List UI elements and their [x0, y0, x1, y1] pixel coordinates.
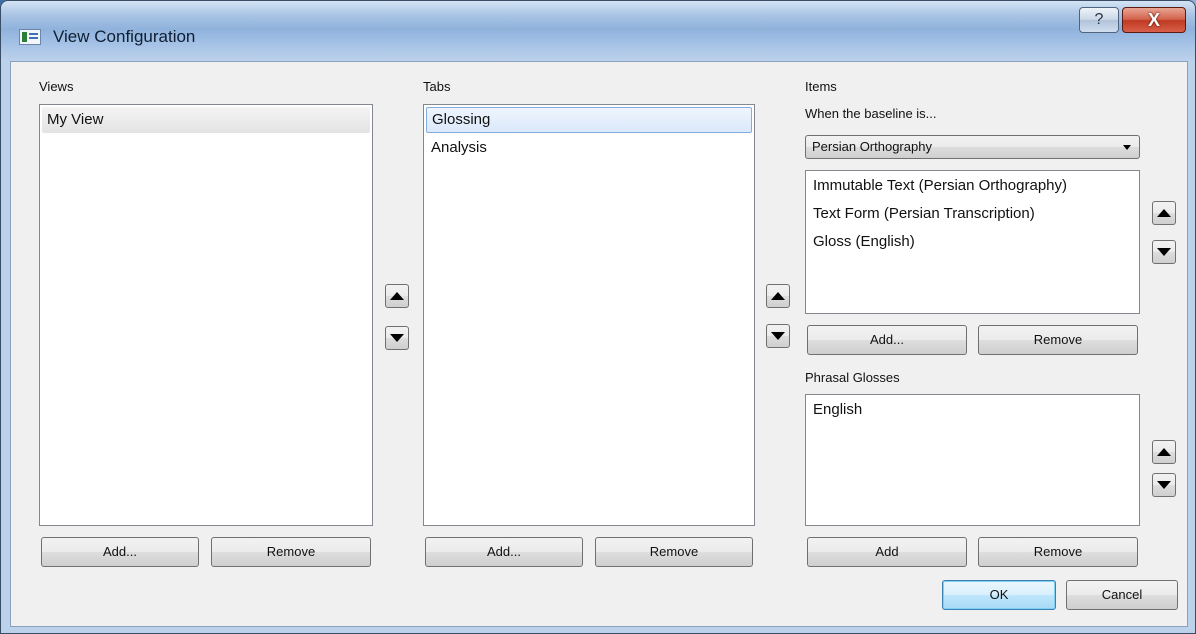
items-move-up-button[interactable] — [1152, 201, 1176, 225]
chevron-down-icon — [1123, 145, 1131, 150]
phrasal-remove-button[interactable]: Remove — [978, 537, 1138, 567]
list-item[interactable]: Glossing — [426, 107, 752, 133]
window-title: View Configuration — [53, 27, 196, 46]
view-configuration-dialog: View Configuration ? X Views My View Add… — [0, 0, 1196, 634]
list-item[interactable]: Analysis — [426, 135, 752, 161]
baseline-select[interactable]: Persian Orthography — [805, 135, 1140, 159]
items-label: Items — [805, 79, 837, 94]
views-list[interactable]: My View — [39, 104, 373, 526]
triangle-up-icon — [390, 292, 404, 300]
views-move-down-button[interactable] — [385, 326, 409, 350]
items-remove-button[interactable]: Remove — [978, 325, 1138, 355]
phrasal-glosses-label: Phrasal Glosses — [805, 370, 900, 385]
triangle-up-icon — [1157, 448, 1171, 456]
help-button[interactable]: ? — [1079, 7, 1119, 33]
triangle-up-icon — [771, 292, 785, 300]
views-label: Views — [39, 79, 74, 94]
views-add-button[interactable]: Add... — [41, 537, 199, 567]
items-move-down-button[interactable] — [1152, 240, 1176, 264]
views-remove-button[interactable]: Remove — [211, 537, 371, 567]
items-add-button[interactable]: Add... — [807, 325, 967, 355]
baseline-label: When the baseline is... — [805, 106, 937, 121]
list-item[interactable]: Text Form (Persian Transcription) — [808, 201, 1137, 227]
tabs-remove-button[interactable]: Remove — [595, 537, 753, 567]
tabs-move-up-button[interactable] — [766, 284, 790, 308]
cancel-button[interactable]: Cancel — [1066, 580, 1178, 610]
window-app-icon — [19, 29, 41, 45]
phrasal-move-down-button[interactable] — [1152, 473, 1176, 497]
list-item[interactable]: My View — [42, 107, 370, 133]
ok-button[interactable]: OK — [942, 580, 1056, 610]
triangle-down-icon — [771, 332, 785, 340]
tabs-add-button[interactable]: Add... — [425, 537, 583, 567]
views-move-up-button[interactable] — [385, 284, 409, 308]
items-list[interactable]: Immutable Text (Persian Orthography) Tex… — [805, 170, 1140, 314]
list-item[interactable]: Gloss (English) — [808, 229, 1137, 255]
tabs-list[interactable]: Glossing Analysis — [423, 104, 755, 526]
dialog-client-area: Views My View Add... Remove Tabs Glossin… — [10, 61, 1188, 627]
triangle-down-icon — [390, 334, 404, 342]
phrasal-glosses-list[interactable]: English — [805, 394, 1140, 526]
phrasal-move-up-button[interactable] — [1152, 440, 1176, 464]
tabs-label: Tabs — [423, 79, 451, 94]
phrasal-add-button[interactable]: Add — [807, 537, 967, 567]
list-item[interactable]: English — [808, 397, 1137, 423]
triangle-down-icon — [1157, 481, 1171, 489]
list-item[interactable]: Immutable Text (Persian Orthography) — [808, 173, 1137, 199]
title-bar[interactable]: View Configuration ? X — [1, 1, 1195, 61]
triangle-up-icon — [1157, 209, 1171, 217]
tabs-move-down-button[interactable] — [766, 324, 790, 348]
close-button[interactable]: X — [1122, 7, 1186, 33]
baseline-select-value: Persian Orthography — [812, 139, 932, 154]
triangle-down-icon — [1157, 248, 1171, 256]
